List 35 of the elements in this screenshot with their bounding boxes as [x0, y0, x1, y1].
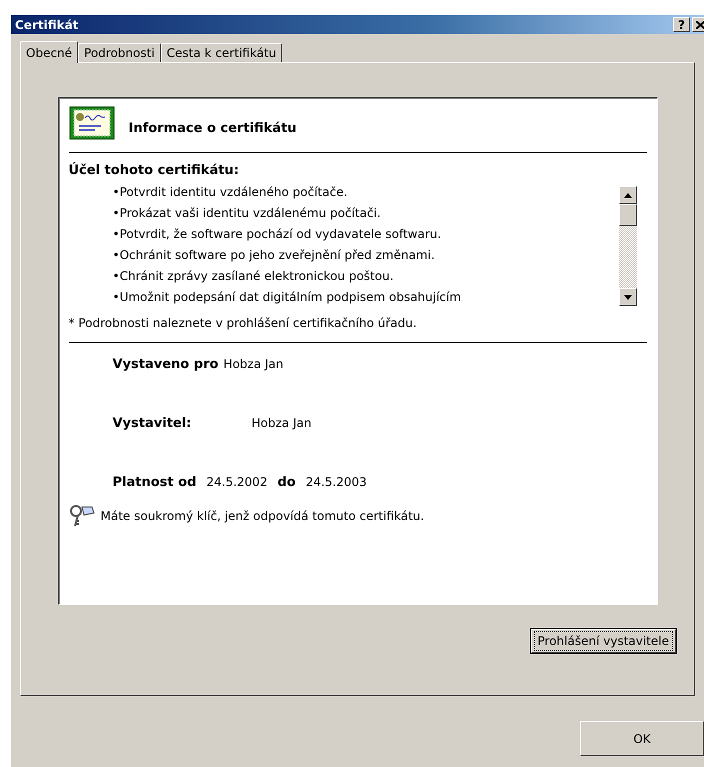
field-value: 24.5.2003: [306, 475, 367, 489]
scroll-thumb[interactable]: [618, 204, 636, 226]
purpose-heading: Účel tohoto certifikátu:: [68, 163, 240, 178]
scrollbar[interactable]: [618, 186, 636, 306]
purpose-item: •Potvrdit, že software pochází od vydavatele softwaru.: [112, 226, 442, 243]
ok-button[interactable]: OK: [580, 721, 704, 756]
scroll-down-button[interactable]: [618, 288, 636, 306]
tab[interactable]: Cesta k certifikátu: [160, 43, 282, 62]
up-arrow-icon: [624, 192, 632, 198]
close-icon: [696, 20, 704, 28]
field-label: Platnost od: [112, 475, 196, 490]
field-value: Hobza Jan: [252, 416, 312, 430]
purpose-item: •Potvrdit identitu vzdáleného počítače.: [112, 184, 348, 201]
field-label: Vystavitel:: [112, 416, 192, 431]
help-button[interactable]: ?: [673, 17, 690, 32]
tab[interactable]: Obecné: [20, 41, 78, 63]
issuer-statement-button[interactable]: Prohlášení vystavitele: [530, 629, 676, 653]
field-value: Hobza Jan: [223, 357, 284, 371]
field-value: 24.5.2002: [206, 475, 268, 489]
certificate-icon: [68, 106, 114, 140]
info-heading: Informace o certifikátu: [128, 120, 297, 136]
private-key-text: Máte soukromý klíč, jenž odpovídá tomuto certifikátu.: [100, 509, 424, 523]
key-icon: [68, 504, 94, 528]
down-arrow-icon: [624, 294, 632, 300]
field-label: Vystaveno pro: [112, 357, 218, 372]
purpose-item: •Prokázat vaši identitu vzdálenému počítači.: [112, 205, 382, 222]
purpose-item: •Chránit zprávy zasílané elektronickou poštou.: [112, 268, 395, 285]
window-title: Certifikát: [15, 18, 80, 32]
close-button[interactable]: [692, 17, 704, 32]
purpose-item: •Umožnit podepsání dat digitálním podpisem obsahujícím: [112, 289, 462, 306]
tab[interactable]: Podrobnosti: [78, 43, 161, 62]
purpose-item: •Ochránit software po jeho zveřejnění před změnami.: [112, 247, 436, 264]
scroll-up-button[interactable]: [618, 186, 636, 204]
note-text: * Podrobnosti naleznete v prohlášení certifikačního úřadu.: [68, 308, 646, 343]
field-label: do: [277, 475, 296, 490]
